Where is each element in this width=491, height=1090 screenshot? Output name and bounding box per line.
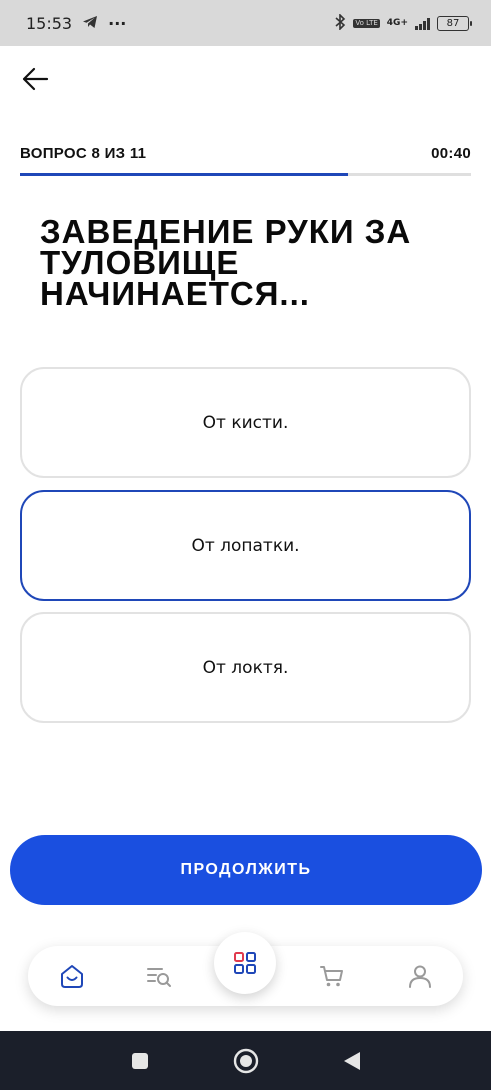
- answer-label: От лопатки.: [191, 535, 300, 556]
- timer: 00:40: [431, 145, 471, 162]
- nav-cart[interactable]: [318, 962, 346, 990]
- nav-search-list[interactable]: [145, 962, 173, 990]
- triangle-back-icon: [343, 1051, 360, 1070]
- nav-profile[interactable]: [406, 962, 434, 990]
- network-type: 4G+: [386, 17, 408, 28]
- square-icon: [131, 1052, 148, 1069]
- bluetooth-icon: [334, 12, 346, 33]
- status-bar: 15:53 ··· Vo LTE 4G+ 87: [0, 0, 491, 46]
- back-system-button[interactable]: [339, 1048, 365, 1074]
- more-notifications-icon: ···: [108, 13, 127, 33]
- profile-icon: [409, 965, 431, 988]
- question-counter: ВОПРОС 8 ИЗ 11: [20, 145, 147, 162]
- answer-option-2[interactable]: От лопатки.: [20, 490, 471, 601]
- progress-bar: [20, 173, 471, 176]
- home-icon: [61, 965, 83, 988]
- continue-button[interactable]: ПРОДОЛЖИТЬ: [10, 835, 482, 905]
- battery-level: 87: [446, 17, 460, 29]
- answer-label: От кисти.: [202, 412, 289, 433]
- answer-label: От локтя.: [202, 657, 289, 678]
- answer-option-3[interactable]: От локтя.: [20, 612, 471, 723]
- telegram-icon: [82, 14, 98, 33]
- battery-icon: 87: [437, 15, 472, 31]
- cart-icon: [320, 966, 343, 987]
- progress-header: ВОПРОС 8 ИЗ 11 00:40: [20, 145, 471, 162]
- answer-option-1[interactable]: От кисти.: [20, 367, 471, 478]
- status-time: 15:53: [26, 13, 73, 33]
- recents-button[interactable]: [127, 1048, 153, 1074]
- grid-icon: [234, 952, 256, 974]
- nav-catalog[interactable]: [214, 932, 276, 994]
- home-system-button[interactable]: [233, 1048, 259, 1074]
- status-left: 15:53 ···: [26, 14, 126, 33]
- circle-icon: [233, 1048, 258, 1073]
- volte-icon: Vo LTE: [353, 18, 380, 28]
- search-list-icon: [147, 968, 171, 987]
- arrow-left-icon: [22, 67, 49, 91]
- signal-icon: [415, 17, 430, 30]
- question-text: ЗАВЕДЕНИЕ РУКИ ЗА ТУЛОВИЩЕ НАЧИНАЕТСЯ...: [40, 213, 412, 312]
- status-right: Vo LTE 4G+ 87: [334, 12, 472, 33]
- nav-home[interactable]: [58, 962, 86, 990]
- back-button[interactable]: [18, 62, 52, 96]
- progress-bar-fill: [20, 173, 348, 176]
- system-navigation-bar: [0, 1031, 491, 1090]
